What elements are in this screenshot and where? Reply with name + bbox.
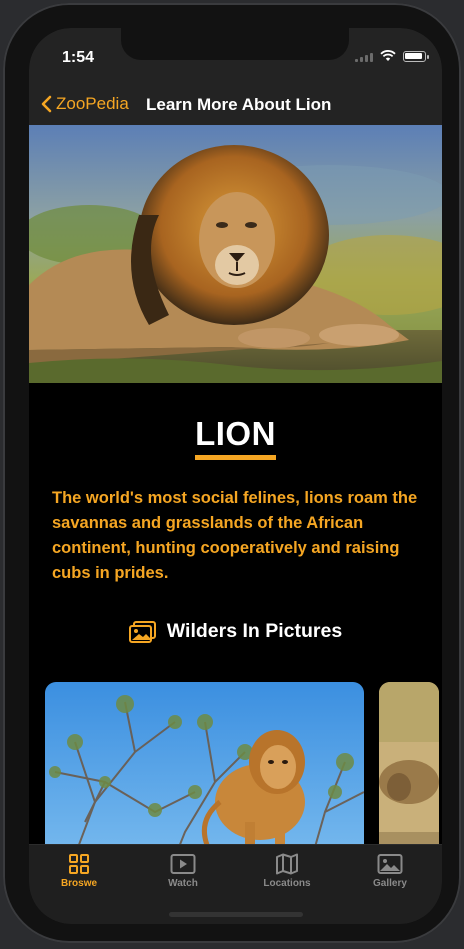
app-screen: 1:54 ZooPedia Learn More About Lion LION…	[29, 28, 442, 924]
battery-icon	[403, 50, 429, 62]
tab-label-gallery: Gallery	[373, 878, 407, 889]
map-icon	[276, 853, 298, 875]
title-underline	[195, 455, 276, 460]
phone-frame: 1:54 ZooPedia Learn More About Lion LION…	[3, 3, 461, 943]
back-label: ZooPedia	[56, 94, 129, 113]
animal-description: The world's most social felines, lions r…	[52, 489, 418, 582]
tab-gallery[interactable]: Gallery	[350, 853, 430, 889]
navigation-bar: ZooPedia Learn More About Lion	[29, 84, 442, 125]
tab-bar: Broswe Watch Locations Gallery	[29, 844, 442, 924]
hero-image-lion	[29, 125, 442, 383]
tab-label-browse: Broswe	[60, 878, 98, 889]
status-time: 1:54	[62, 49, 95, 66]
tab-browse[interactable]: Broswe	[39, 853, 119, 889]
home-indicator	[169, 912, 303, 917]
status-icons	[355, 50, 429, 62]
tab-label-watch: Watch	[168, 878, 198, 889]
device-notch	[121, 28, 349, 60]
tab-locations[interactable]: Locations	[247, 853, 327, 889]
grid-icon	[69, 854, 89, 874]
animal-name: LION	[195, 415, 276, 452]
back-button[interactable]: ZooPedia	[41, 94, 129, 114]
photos-icon	[128, 620, 156, 643]
gallery-heading-text: Wilders In Pictures	[166, 620, 343, 642]
photo-gallery[interactable]	[45, 682, 442, 844]
tab-watch[interactable]: Watch	[143, 853, 223, 889]
gallery-heading: Wilders In Pictures	[29, 620, 442, 643]
gallery-photo-lion-grass[interactable]	[379, 682, 439, 844]
tab-label-locations: Locations	[263, 878, 311, 889]
play-icon	[170, 854, 196, 874]
photo-icon	[377, 854, 403, 874]
page-title: Learn More About Lion	[146, 95, 332, 114]
signal-icon	[355, 51, 373, 62]
chevron-left-icon	[41, 95, 52, 113]
wifi-icon	[380, 50, 396, 61]
gallery-photo-lion-tree[interactable]	[45, 682, 364, 844]
